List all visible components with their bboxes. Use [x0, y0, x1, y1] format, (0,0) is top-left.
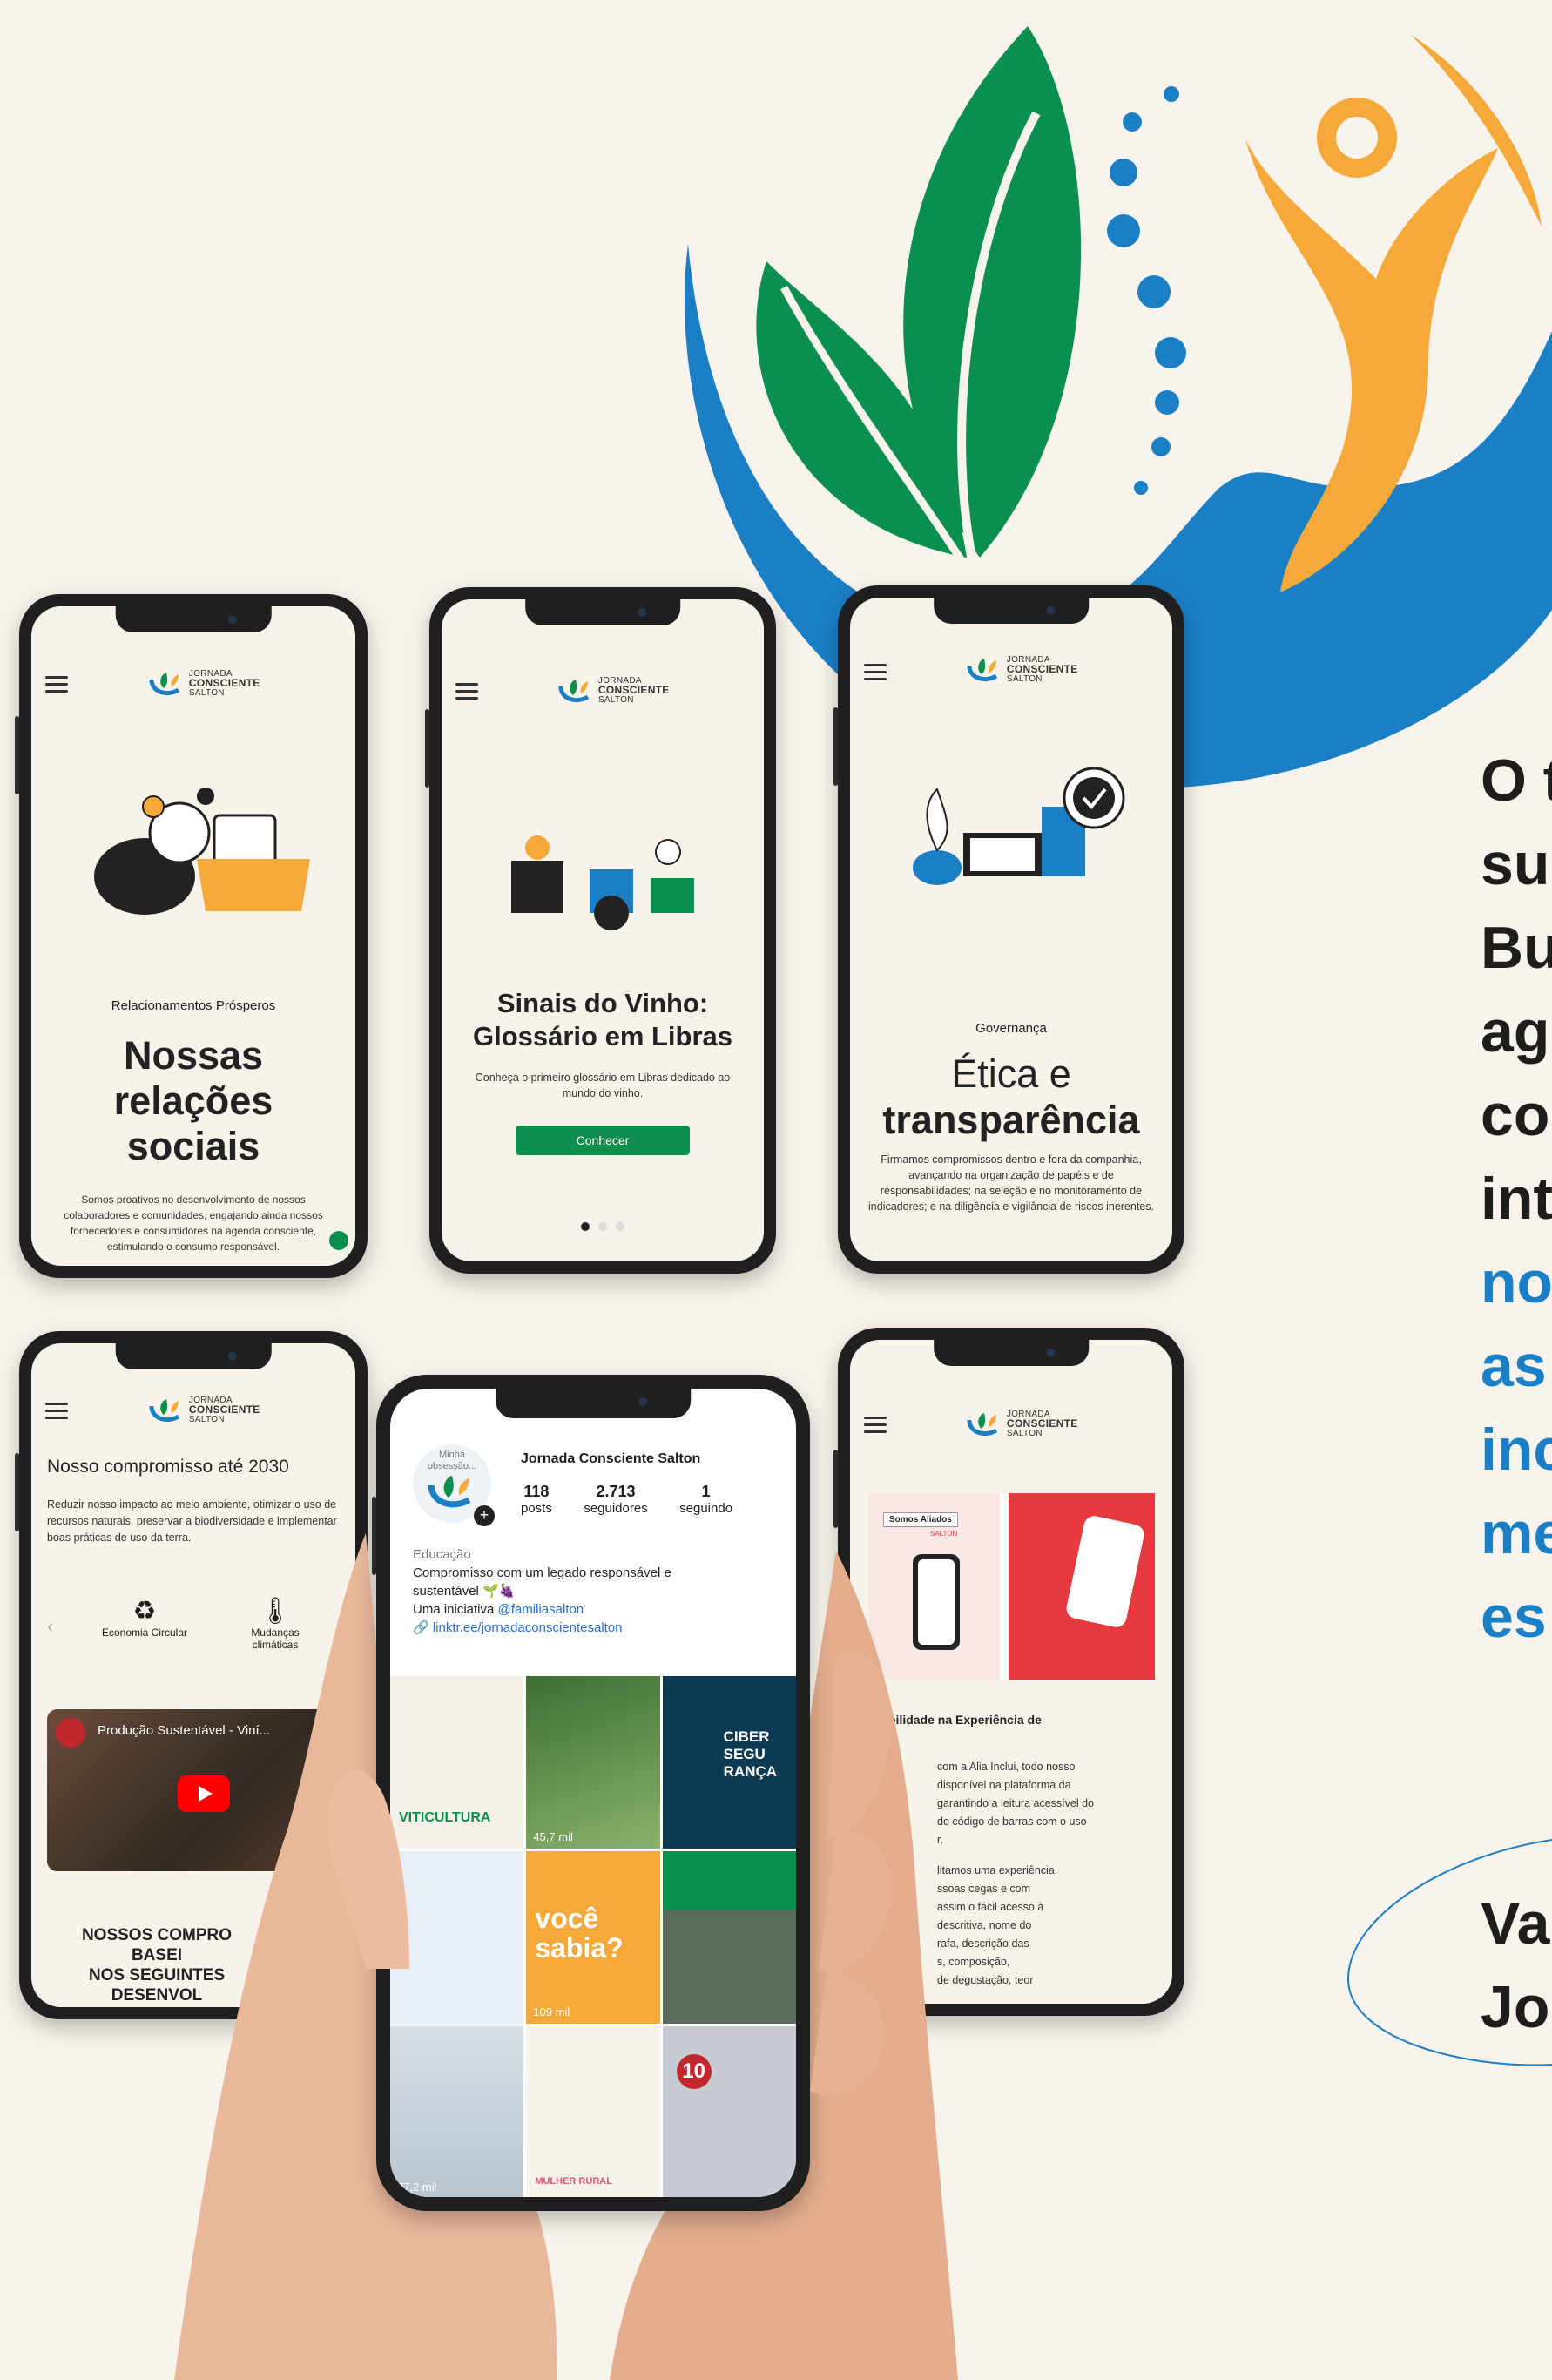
- cta-text[interactable]: Va Jo: [1481, 1882, 1549, 2049]
- page-title: Nossas relações sociais: [113, 1033, 273, 1168]
- profile-username: Jornada Consciente Salton: [521, 1451, 701, 1466]
- page-description: Firmamos compromissos dentro e fora da c…: [868, 1153, 1154, 1213]
- page-description: Somos proativos no desenvolvimento de no…: [64, 1193, 323, 1253]
- story-avatar[interactable]: Minha obsessão... +: [413, 1444, 495, 1526]
- header-logo[interactable]: JORNADA CONSCIENTE SALTON: [558, 676, 670, 705]
- add-story-icon[interactable]: +: [474, 1505, 495, 1526]
- phone-social-relations: JORNADA CONSCIENTE SALTON Relacionamentos …: [15, 594, 368, 1278]
- intro-text: O t su Bu ag co int no as inc me es: [1481, 739, 1552, 1659]
- mention-link[interactable]: @familiasalton: [498, 1602, 584, 1617]
- menu-icon[interactable]: [864, 664, 887, 680]
- brand-name2: CONSCIENTE: [188, 677, 260, 689]
- brand-mark-icon: [967, 1412, 998, 1436]
- profile-link[interactable]: 🔗 linktr.ee/jornadaconscientesalton: [413, 1619, 671, 1637]
- channel-avatar: [56, 1718, 85, 1748]
- page-description: Conheça o primeiro glossário em Libras d…: [475, 1072, 731, 1099]
- accessibility-icon[interactable]: [329, 1231, 348, 1250]
- posts-count[interactable]: 118 posts: [521, 1483, 552, 1516]
- carousel-prev-icon[interactable]: ‹: [47, 1615, 53, 1638]
- menu-icon[interactable]: [45, 676, 68, 693]
- menu-icon[interactable]: [455, 683, 478, 700]
- followers-count[interactable]: 2.713 seguidores: [584, 1483, 647, 1516]
- following-count[interactable]: 1 seguindo: [679, 1483, 732, 1516]
- carousel-dots[interactable]: [442, 1220, 764, 1235]
- page-title: Ética e transparência: [882, 1051, 1140, 1142]
- conhecer-button[interactable]: Conhecer: [515, 1126, 691, 1155]
- link-icon: 🔗: [413, 1620, 429, 1635]
- profile-logo-icon: [428, 1475, 471, 1508]
- header-logo[interactable]: JORNADA CONSCIENTE SALTON: [149, 669, 260, 698]
- phone-governance: JORNADA CONSCIENTE SALTON Governança Ética…: [833, 585, 1184, 1274]
- header-logo[interactable]: JORNADA CONSCIENTE SALTON: [967, 1410, 1078, 1438]
- brand-mark-icon: [149, 672, 180, 695]
- section-title: Nosso compromisso até 2030: [47, 1457, 289, 1477]
- phone-libras-glossary: JORNADA CONSCIENTE SALTON Sinais do Vinho:…: [425, 587, 776, 1274]
- illustration-governance: [913, 767, 1125, 885]
- menu-icon[interactable]: [45, 1403, 68, 1419]
- illustration-sign-language: [511, 835, 694, 930]
- illustration-people: [94, 788, 310, 915]
- story-label: Minha obsessão...: [427, 1450, 477, 1471]
- header-logo[interactable]: JORNADA CONSCIENTE SALTON: [967, 655, 1078, 684]
- menu-icon[interactable]: [864, 1417, 887, 1433]
- profile-bio: Educação Compromisso com um legado respo…: [413, 1547, 671, 1637]
- brand-sub: SALTON: [188, 688, 225, 698]
- brand-mark-icon: [558, 679, 590, 702]
- kicker: Governança: [975, 1021, 1047, 1036]
- logo-dots: [1107, 86, 1186, 495]
- profile-stats: 118 posts 2.713 seguidores 1 seguindo: [521, 1483, 760, 1517]
- page-title: Sinais do Vinho: Glossário em Libras: [472, 988, 733, 1051]
- brand-mark-icon: [967, 658, 998, 681]
- header-logo[interactable]: JORNADA CONSCIENTE SALTON: [149, 1396, 260, 1424]
- intro-text-highlight: no as inc me es: [1481, 1249, 1552, 1650]
- kicker: Relacionamentos Prósperos: [111, 998, 276, 1013]
- fingers-illustration: [327, 1652, 892, 2096]
- brand-mark-icon: [149, 1398, 180, 1422]
